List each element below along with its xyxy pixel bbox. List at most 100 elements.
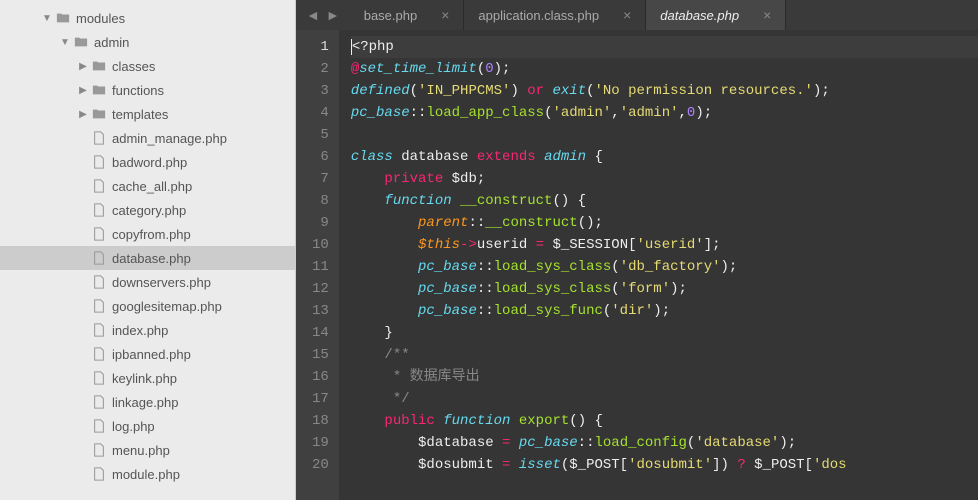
code-line[interactable]: pc_base::load_sys_func('dir'); [351, 300, 978, 322]
code-line[interactable]: public function export() { [351, 410, 978, 432]
line-number: 19 [312, 432, 329, 454]
tree-label: category.php [112, 203, 186, 218]
code-line[interactable]: */ [351, 388, 978, 410]
folder-icon [72, 35, 90, 49]
file-row[interactable]: cache_all.php [0, 174, 295, 198]
tree-label: functions [112, 83, 164, 98]
code-line[interactable]: private $db; [351, 168, 978, 190]
editor-tab[interactable]: base.php× [350, 0, 465, 30]
close-icon[interactable]: × [763, 7, 771, 23]
file-row[interactable]: badword.php [0, 150, 295, 174]
file-row[interactable]: module.php [0, 462, 295, 486]
file-row[interactable]: linkage.php [0, 390, 295, 414]
file-icon [90, 251, 108, 265]
file-icon [90, 347, 108, 361]
code-line[interactable]: defined('IN_PHPCMS') or exit('No permiss… [351, 80, 978, 102]
line-number: 5 [312, 124, 329, 146]
file-icon [90, 299, 108, 313]
line-number: 10 [312, 234, 329, 256]
file-icon [90, 155, 108, 169]
tree-label: badword.php [112, 155, 187, 170]
folder-row[interactable]: ▶ templates [0, 102, 295, 126]
code-view[interactable]: 1234567891011121314151617181920 <?php@se… [296, 30, 978, 500]
tree-label: copyfrom.php [112, 227, 191, 242]
code-line[interactable]: pc_base::load_sys_class('form'); [351, 278, 978, 300]
code-line[interactable]: $database = pc_base::load_config('databa… [351, 432, 978, 454]
file-row[interactable]: category.php [0, 198, 295, 222]
close-icon[interactable]: × [623, 7, 631, 23]
file-icon [90, 131, 108, 145]
tree-label: cache_all.php [112, 179, 192, 194]
tree-label: admin [94, 35, 129, 50]
code-line[interactable]: /** [351, 344, 978, 366]
file-icon [90, 395, 108, 409]
file-row[interactable]: log.php [0, 414, 295, 438]
editor-tab[interactable]: application.class.php× [464, 0, 646, 30]
file-row[interactable]: index.php [0, 318, 295, 342]
tree-label: downservers.php [112, 275, 211, 290]
code-line[interactable]: pc_base::load_app_class('admin','admin',… [351, 102, 978, 124]
code-line[interactable]: $dosubmit = isset($_POST['dosubmit']) ? … [351, 454, 978, 476]
twisty-icon[interactable]: ▶ [76, 85, 90, 96]
close-icon[interactable]: × [441, 7, 449, 23]
line-gutter: 1234567891011121314151617181920 [296, 30, 339, 500]
tree-label: log.php [112, 419, 155, 434]
file-sidebar[interactable]: ▼modules▼admin▶classes▶functions▶templat… [0, 0, 296, 500]
line-number: 11 [312, 256, 329, 278]
folder-icon [90, 59, 108, 73]
tree-label: menu.php [112, 443, 170, 458]
line-number: 1 [312, 36, 329, 58]
file-row[interactable]: keylink.php [0, 366, 295, 390]
code-line[interactable]: <?php [351, 36, 978, 58]
code-line[interactable]: function __construct() { [351, 190, 978, 212]
line-number: 6 [312, 146, 329, 168]
line-number: 17 [312, 388, 329, 410]
file-row[interactable]: ipbanned.php [0, 342, 295, 366]
code-line[interactable]: pc_base::load_sys_class('db_factory'); [351, 256, 978, 278]
file-row[interactable]: googlesitemap.php [0, 294, 295, 318]
editor-tab[interactable]: database.php× [646, 0, 786, 30]
nav-forward-icon[interactable]: ► [326, 7, 340, 23]
editor-pane: ◄ ► base.php×application.class.php×datab… [296, 0, 978, 500]
twisty-icon[interactable]: ▼ [58, 37, 72, 48]
line-number: 15 [312, 344, 329, 366]
code-line[interactable]: @set_time_limit(0); [351, 58, 978, 80]
tree-label: googlesitemap.php [112, 299, 222, 314]
file-icon [90, 179, 108, 193]
line-number: 9 [312, 212, 329, 234]
file-icon [90, 419, 108, 433]
line-number: 18 [312, 410, 329, 432]
line-number: 7 [312, 168, 329, 190]
tab-bar: base.php×application.class.php×database.… [350, 0, 978, 30]
code-source[interactable]: <?php@set_time_limit(0);defined('IN_PHPC… [339, 30, 978, 500]
tree-label: classes [112, 59, 155, 74]
editor-topbar: ◄ ► base.php×application.class.php×datab… [296, 0, 978, 30]
file-icon [90, 275, 108, 289]
file-row[interactable]: menu.php [0, 438, 295, 462]
line-number: 20 [312, 454, 329, 476]
folder-row[interactable]: ▼modules [0, 6, 295, 30]
twisty-icon[interactable]: ▼ [40, 13, 54, 24]
tree-label: templates [112, 107, 168, 122]
code-line[interactable]: } [351, 322, 978, 344]
code-line[interactable]: class database extends admin { [351, 146, 978, 168]
code-line[interactable] [351, 124, 978, 146]
line-number: 8 [312, 190, 329, 212]
code-line[interactable]: * 数据库导出 [351, 366, 978, 388]
file-row[interactable]: downservers.php [0, 270, 295, 294]
file-row[interactable]: database.php [0, 246, 295, 270]
folder-row[interactable]: ▶ functions [0, 78, 295, 102]
line-number: 3 [312, 80, 329, 102]
tree-label: database.php [112, 251, 191, 266]
file-row[interactable]: admin_manage.php [0, 126, 295, 150]
folder-row[interactable]: ▶ classes [0, 54, 295, 78]
folder-row[interactable]: ▼ admin [0, 30, 295, 54]
twisty-icon[interactable]: ▶ [76, 61, 90, 72]
file-icon [90, 323, 108, 337]
folder-icon [90, 83, 108, 97]
twisty-icon[interactable]: ▶ [76, 109, 90, 120]
code-line[interactable]: parent::__construct(); [351, 212, 978, 234]
code-line[interactable]: $this->userid = $_SESSION['userid']; [351, 234, 978, 256]
nav-back-icon[interactable]: ◄ [306, 7, 320, 23]
file-row[interactable]: copyfrom.php [0, 222, 295, 246]
